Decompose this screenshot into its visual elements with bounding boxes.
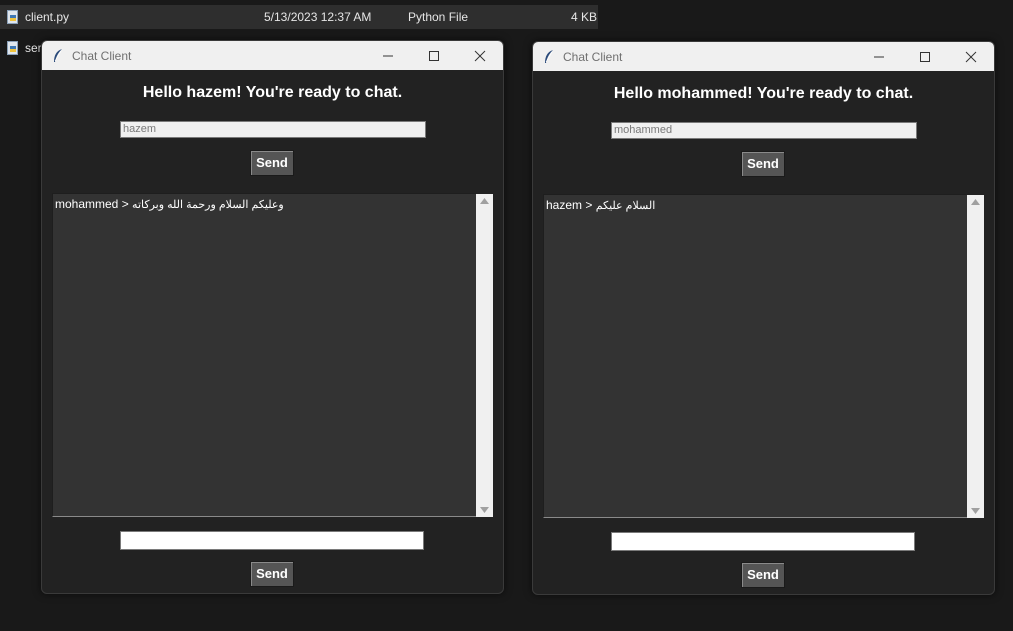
maximize-icon — [920, 52, 930, 62]
file-name: ser — [25, 41, 42, 55]
maximize-button[interactable] — [411, 41, 457, 70]
chat-scrollbar[interactable] — [476, 194, 493, 517]
maximize-icon — [429, 51, 439, 61]
close-button[interactable] — [948, 42, 994, 71]
minimize-icon — [874, 56, 884, 58]
chat-message: mohammed > وعليكم السلام ورحمة الله وبرك… — [55, 197, 284, 211]
window-title: Chat Client — [563, 50, 623, 64]
message-sender: mohammed > — [55, 197, 133, 211]
python-file-icon — [7, 10, 19, 24]
file-type: Python File — [408, 10, 469, 24]
greeting-label: Hello hazem! You're ready to chat. — [142, 84, 403, 101]
set-name-send-button[interactable]: Send — [250, 150, 294, 176]
python-file-icon — [7, 41, 19, 55]
minimize-button[interactable] — [856, 42, 902, 71]
set-name-send-button[interactable]: Send — [741, 151, 785, 177]
file-size: 4 KB — [571, 10, 598, 24]
scroll-up-arrow-icon — [480, 198, 489, 204]
minimize-button[interactable] — [365, 41, 411, 70]
title-bar[interactable]: Chat Client — [42, 41, 503, 70]
chat-window-hazem: Chat Client Hello hazem! You're ready to… — [41, 40, 504, 594]
scroll-down-arrow-icon — [971, 508, 980, 514]
file-row-client[interactable]: client.py 5/13/2023 12:37 AM Python File… — [0, 5, 598, 29]
tk-feather-icon — [52, 48, 64, 63]
chat-message: hazem > السلام عليكم — [546, 198, 655, 212]
scroll-up-arrow-icon — [971, 199, 980, 205]
chat-log[interactable]: mohammed > وعليكم السلام ورحمة الله وبرك… — [52, 193, 493, 517]
message-sender: hazem > — [546, 198, 596, 212]
minimize-icon — [383, 55, 393, 57]
scroll-down-arrow-icon — [480, 507, 489, 513]
chat-log[interactable]: hazem > السلام عليكم — [543, 194, 984, 518]
send-message-button[interactable]: Send — [741, 562, 785, 588]
file-name: client.py — [25, 10, 70, 24]
message-input[interactable] — [611, 532, 915, 551]
username-field[interactable]: mohammed — [611, 122, 917, 139]
window-title: Chat Client — [72, 49, 132, 63]
close-icon — [474, 50, 486, 62]
close-icon — [965, 51, 977, 63]
file-date: 5/13/2023 12:37 AM — [264, 10, 372, 24]
send-message-button[interactable]: Send — [250, 561, 294, 587]
username-field[interactable]: hazem — [120, 121, 426, 138]
close-button[interactable] — [457, 41, 503, 70]
greeting-label: Hello mohammed! You're ready to chat. — [613, 85, 914, 102]
tk-feather-icon — [543, 49, 555, 64]
message-text: السلام عليكم — [595, 200, 656, 212]
message-text: وعليكم السلام ورحمة الله وبركاته — [132, 199, 284, 211]
chat-scrollbar[interactable] — [967, 195, 984, 518]
chat-window-mohammed: Chat Client Hello mohammed! You're ready… — [532, 41, 995, 595]
message-input[interactable] — [120, 531, 424, 550]
maximize-button[interactable] — [902, 42, 948, 71]
title-bar[interactable]: Chat Client — [533, 42, 994, 71]
